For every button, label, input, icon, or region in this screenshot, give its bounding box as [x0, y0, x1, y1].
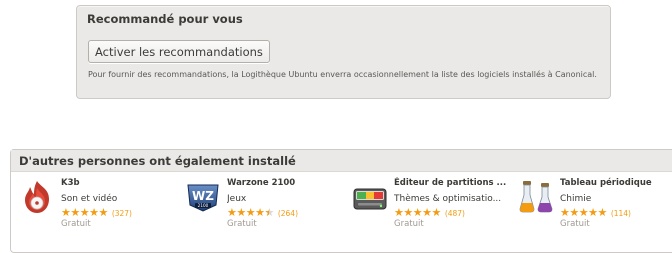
svg-text:WZ: WZ	[192, 189, 214, 203]
app-price: Gratuit	[227, 219, 257, 229]
app-price: Gratuit	[61, 219, 91, 229]
app-category: Chimie	[560, 194, 592, 204]
app-tile-partition-editor[interactable]: Éditeur de partitions ... Thèmes & optim…	[350, 177, 510, 239]
software-center-page: Recommandé pour vous Activer les recomma…	[0, 0, 672, 253]
app-price: Gratuit	[560, 219, 590, 229]
app-name: Warzone 2100	[227, 178, 296, 188]
app-price: Gratuit	[394, 219, 424, 229]
app-category: Jeux	[227, 194, 247, 204]
app-rating: ★★★★★ (487)	[394, 207, 510, 219]
svg-text:2100: 2100	[198, 203, 209, 208]
review-count: (487)	[444, 208, 465, 218]
rating-stars: ★★★★★	[61, 206, 108, 219]
app-rating: ★★★★★ (264)	[227, 207, 343, 220]
app-category: Son et vidéo	[61, 194, 118, 204]
also-installed-title: D'autres personnes ont également install…	[11, 150, 672, 172]
app-name: K3b	[61, 178, 80, 188]
recommended-description: Pour fournir des recommandations, la Log…	[88, 70, 597, 79]
k3b-icon	[19, 179, 55, 215]
app-rating: ★★★★★ (327)	[61, 207, 177, 219]
app-tile-warzone[interactable]: WZ 2100 Warzone 2100 Jeux ★★★★★ (264) Gr…	[183, 177, 343, 239]
enable-recommendations-button[interactable]: Activer les recommandations	[88, 40, 270, 63]
disk-icon	[352, 179, 388, 215]
app-name: Tableau périodique	[560, 178, 652, 188]
review-count: (327)	[111, 208, 132, 218]
rating-stars: ★★★★★	[560, 206, 607, 219]
recommended-panel: Recommandé pour vous Activer les recomma…	[76, 5, 611, 99]
app-rating: ★★★★★ (114)	[560, 207, 672, 219]
rating-stars: ★★★★★	[394, 206, 441, 219]
review-count: (264)	[277, 208, 298, 218]
also-installed-panel: D'autres personnes ont également install…	[10, 149, 672, 253]
rating-stars: ★★★★★	[227, 207, 274, 220]
warzone-icon: WZ 2100	[185, 179, 221, 215]
recommended-title: Recommandé pour vous	[87, 12, 243, 26]
app-category: Thèmes & optimisatio...	[394, 194, 502, 204]
app-tile-k3b[interactable]: K3b Son et vidéo ★★★★★ (327) Gratuit	[17, 177, 177, 239]
app-name: Éditeur de partitions ...	[394, 178, 507, 188]
flask-icon	[518, 179, 554, 215]
app-tile-periodic-table[interactable]: Tableau périodique Chimie ★★★★★ (114) Gr…	[516, 177, 672, 239]
review-count: (114)	[610, 208, 631, 218]
